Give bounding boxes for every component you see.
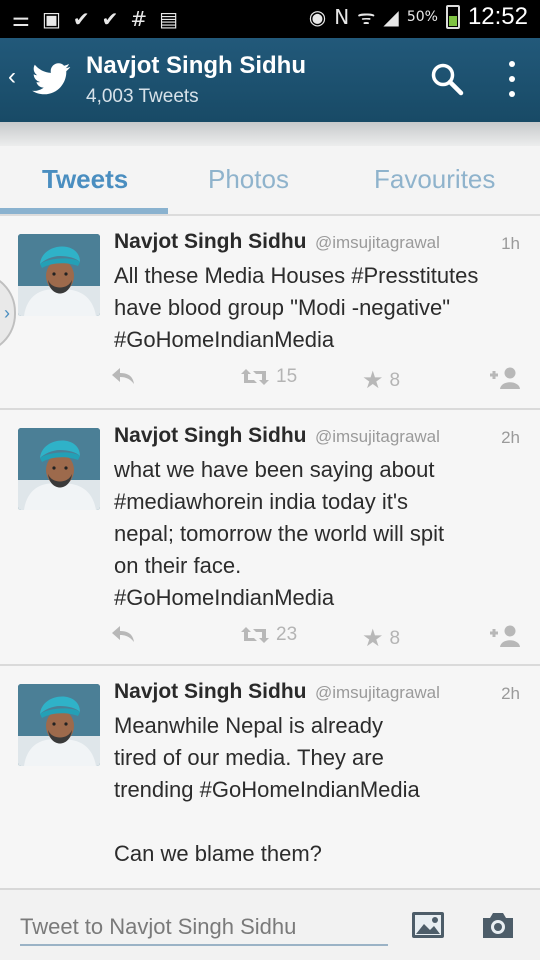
retweet-button[interactable]: 15	[240, 366, 297, 388]
tweet-time: 2h	[501, 428, 520, 447]
status-bar: ⚌ ▣ ✔ ✔ # ▤ ◉ N ᯤ ◢ 50% 12:52	[0, 0, 540, 38]
tab-favourites[interactable]: Favourites	[374, 164, 495, 195]
system-icons: ◉ N ᯤ ◢ 50% 12:52	[309, 4, 528, 30]
follow-user-button[interactable]	[488, 624, 522, 648]
tweet[interactable]: Navjot Singh Sidhu @imsujitagrawal 2h Me…	[0, 666, 540, 888]
tweet-text-line: Can we blame them?	[114, 841, 322, 866]
signal-icon: ◢	[383, 5, 399, 29]
favorite-button[interactable]: ★ 8	[362, 366, 400, 395]
tweet-text-line	[114, 806, 524, 838]
reply-icon	[112, 626, 134, 642]
search-icon[interactable]	[430, 62, 464, 96]
camera-icon[interactable]	[480, 910, 516, 940]
check-icon: ✔	[101, 7, 119, 31]
tweet-text-line: have blood group "Modi -negative"	[114, 295, 451, 320]
active-tab-indicator	[0, 208, 168, 214]
action-bar: ‹ Navjot Singh Sidhu 4,003 Tweets	[0, 38, 540, 122]
header-divider	[0, 122, 540, 146]
star-icon: ★	[362, 625, 384, 652]
tweet-text-line: #mediawhorein india today it's	[114, 489, 409, 514]
retweet-icon	[241, 627, 269, 643]
minus-list-icon: ⚌	[12, 7, 30, 31]
favorite-button[interactable]: ★ 8	[362, 624, 400, 653]
tweet-count: 4,003 Tweets	[86, 86, 199, 107]
twitter-bird-icon[interactable]	[32, 62, 72, 96]
profile-name-title: Navjot Singh Sidhu	[86, 52, 306, 79]
side-panel-handle[interactable]: ›	[0, 272, 16, 354]
tweet-text-line: Meanwhile Nepal is already	[114, 713, 384, 738]
author-name[interactable]: Navjot Singh Sidhu	[114, 680, 307, 703]
avatar[interactable]	[18, 684, 100, 766]
tweet-time: 1h	[501, 234, 520, 253]
avatar[interactable]	[18, 428, 100, 510]
tweet-feed[interactable]: Navjot Singh Sidhu @imsujitagrawal 1h Al…	[0, 216, 540, 888]
tweet-header: Navjot Singh Sidhu @imsujitagrawal 1h	[114, 230, 524, 254]
chevron-right-icon: ›	[4, 302, 10, 323]
nfc-icon: N	[334, 5, 350, 29]
image-icon: ▣	[41, 7, 61, 31]
avatar[interactable]	[18, 234, 100, 316]
tweet-actions: 15 ★ 8	[110, 366, 530, 396]
hash-icon: #	[130, 7, 148, 31]
clipboard-check-icon: ▤	[159, 7, 179, 31]
profile-tabs: Tweets Photos Favourites	[0, 146, 540, 216]
check-icon: ✔	[72, 7, 90, 31]
retweet-count: 23	[276, 624, 298, 645]
battery-percent: 50%	[406, 9, 438, 25]
tweet-text-line: tired of our media. They are	[114, 745, 384, 770]
tweet-text-line: nepal; tomorrow the world will spit	[114, 521, 445, 546]
reply-icon	[112, 368, 134, 384]
author-handle[interactable]: @imsujitagrawal	[315, 683, 440, 702]
reply-button[interactable]	[110, 624, 136, 644]
battery-level	[448, 16, 457, 26]
eye-icon: ◉	[308, 5, 327, 29]
reply-button[interactable]	[110, 366, 136, 386]
tweet-text-line: on their face.	[114, 553, 242, 578]
author-name[interactable]: Navjot Singh Sidhu	[114, 230, 307, 253]
author-handle[interactable]: @imsujitagrawal	[315, 427, 440, 446]
back-chevron-icon[interactable]: ‹	[8, 62, 16, 92]
favorite-count: 8	[389, 627, 401, 649]
tweet-time: 2h	[501, 684, 520, 703]
tweet-text-line: #GoHomeIndianMedia	[114, 585, 335, 610]
tweet[interactable]: Navjot Singh Sidhu @imsujitagrawal 2h wh…	[0, 410, 540, 666]
tweet-text-line: #GoHomeIndianMedia	[114, 327, 335, 352]
tweet-text: what we have been saying about #mediawho…	[114, 454, 524, 614]
author-handle[interactable]: @imsujitagrawal	[315, 233, 440, 252]
add-user-icon	[490, 367, 520, 389]
notification-icons: ⚌ ▣ ✔ ✔ # ▤	[12, 6, 178, 32]
wifi-icon: ᯤ	[357, 5, 376, 29]
add-user-icon	[490, 625, 520, 647]
tweet-text-line: All these Media Houses #Presstitutes	[114, 263, 479, 288]
tab-photos[interactable]: Photos	[208, 164, 289, 195]
tab-tweets[interactable]: Tweets	[42, 164, 128, 195]
tweet-text-line: what we have been saying about	[114, 457, 435, 482]
photo-icon[interactable]	[410, 910, 446, 940]
star-icon: ★	[362, 367, 384, 394]
tweet-text-line: trending #GoHomeIndianMedia	[114, 777, 420, 802]
author-name[interactable]: Navjot Singh Sidhu	[114, 424, 307, 447]
battery-icon	[445, 5, 460, 29]
tweet-text: Meanwhile Nepal is already tired of our …	[114, 710, 524, 870]
tweet-header: Navjot Singh Sidhu @imsujitagrawal 2h	[114, 680, 524, 704]
tweet-compose-input[interactable]	[20, 910, 388, 946]
overflow-menu-icon[interactable]	[500, 58, 524, 100]
tweet[interactable]: Navjot Singh Sidhu @imsujitagrawal 1h Al…	[0, 216, 540, 410]
clock: 12:52	[467, 3, 528, 30]
tweet-header: Navjot Singh Sidhu @imsujitagrawal 2h	[114, 424, 524, 448]
retweet-count: 15	[276, 366, 298, 387]
retweet-icon	[241, 369, 269, 385]
follow-user-button[interactable]	[488, 366, 522, 390]
tweet-text: All these Media Houses #Presstitutes hav…	[114, 260, 524, 356]
tweet-actions: 23 ★ 8	[110, 624, 530, 654]
favorite-count: 8	[389, 369, 401, 391]
retweet-button[interactable]: 23	[240, 624, 297, 646]
compose-bar	[0, 888, 540, 960]
